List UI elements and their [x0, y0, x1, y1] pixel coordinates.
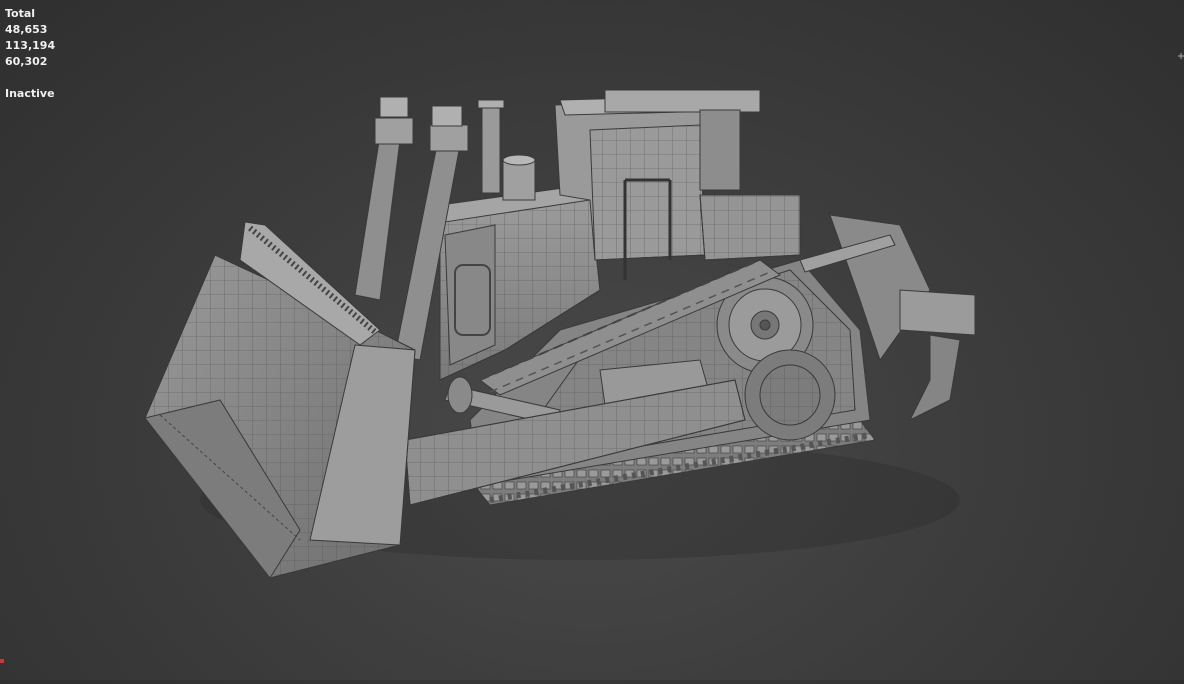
bulldozer-model[interactable]	[0, 0, 1184, 680]
status-label: Inactive	[5, 87, 55, 100]
stats-gap	[5, 70, 55, 86]
exhaust-stacks	[477, 99, 536, 201]
stats-polys: 48,653	[5, 23, 48, 36]
stats-verts: 60,302	[5, 55, 48, 68]
viewport-canvas[interactable]	[0, 0, 1184, 680]
axis-gizmo-icon	[0, 648, 4, 663]
viewport-corner-icon	[1178, 44, 1184, 59]
stats-total-label: Total	[5, 7, 36, 20]
stats-overlay: Total 48,653 113,194 60,302 Inactive	[5, 6, 55, 102]
stats-tris: 113,194	[5, 39, 56, 52]
